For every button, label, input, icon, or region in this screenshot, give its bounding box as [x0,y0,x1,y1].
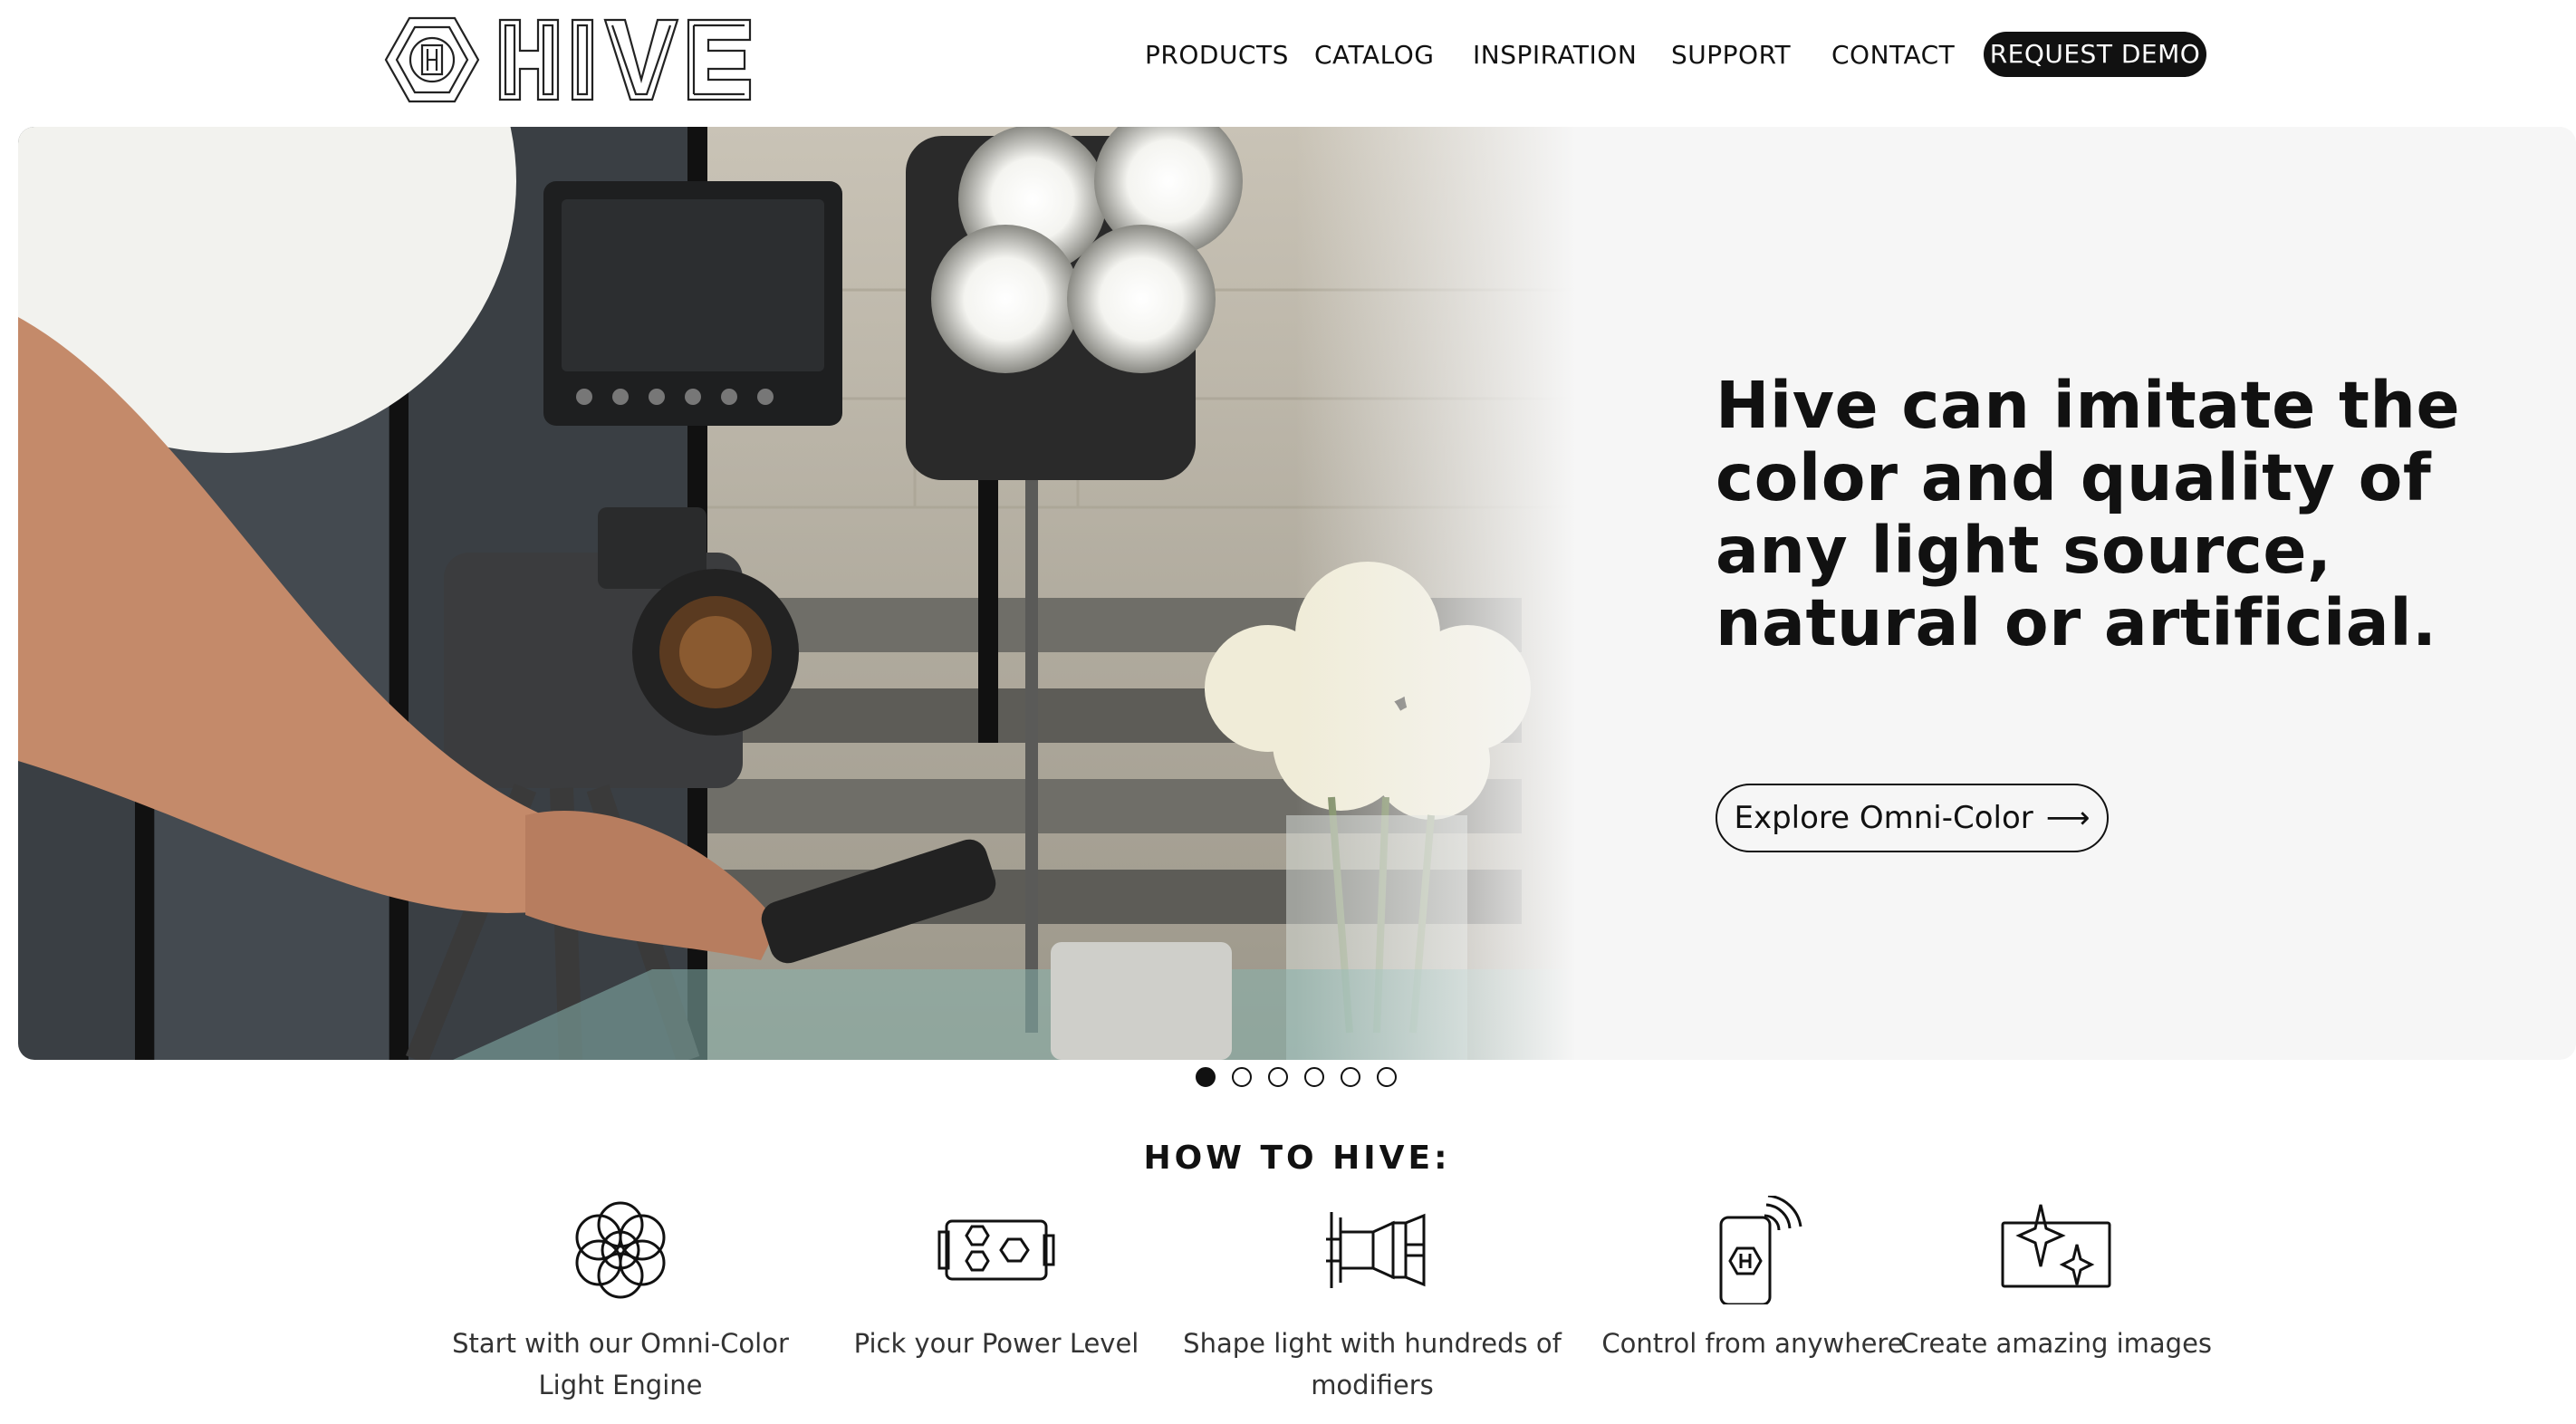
carousel-dot-3[interactable] [1268,1067,1288,1087]
modifier-icon [1326,1212,1426,1288]
hero-slide: Hive can imitate the color and quality o… [18,127,2576,1060]
nav-contact[interactable]: CONTACT [1831,31,1955,80]
explore-omni-color-button[interactable]: Explore Omni-Color ⟶ [1716,784,2109,852]
request-demo-button[interactable]: REQUEST DEMO [1984,32,2206,77]
hero-photo [18,127,1576,1060]
step-label: Start with our Omni-Color Light Engine [452,1328,789,1400]
sparkle-image-icon [2001,1204,2111,1288]
step-label: Create amazing images [1899,1328,2213,1359]
nav-support[interactable]: SUPPORT [1671,31,1791,80]
carousel-dot-2[interactable] [1232,1067,1252,1087]
nav-inspiration[interactable]: INSPIRATION [1473,31,1637,80]
carousel-dot-5[interactable] [1341,1067,1360,1087]
step-label: Pick your Power Level [853,1328,1139,1359]
carousel-dot-6[interactable] [1377,1067,1397,1087]
hero-headline: Hive can imitate the color and quality o… [1716,368,2461,660]
nav-catalog[interactable]: CATALOG [1314,31,1434,80]
nav-products[interactable]: PRODUCTS [1145,31,1289,80]
arrow-right-icon: ⟶ [2045,800,2091,836]
phone-wireless-icon [1719,1196,1802,1304]
cta-label: Explore Omni-Color [1734,800,2033,836]
site-header: PRODUCTS CATALOG INSPIRATION SUPPORT CON… [0,0,2576,125]
hive-logo[interactable] [384,14,755,105]
carousel-dot-1[interactable] [1196,1067,1216,1087]
how-to-title: HOW TO HIVE: [1143,1140,1451,1177]
power-level-icon [937,1219,1055,1281]
carousel-dot-4[interactable] [1304,1067,1324,1087]
step-label: Shape light with hundreds of modifiers [1183,1328,1562,1400]
flower-engine-icon [575,1201,666,1299]
